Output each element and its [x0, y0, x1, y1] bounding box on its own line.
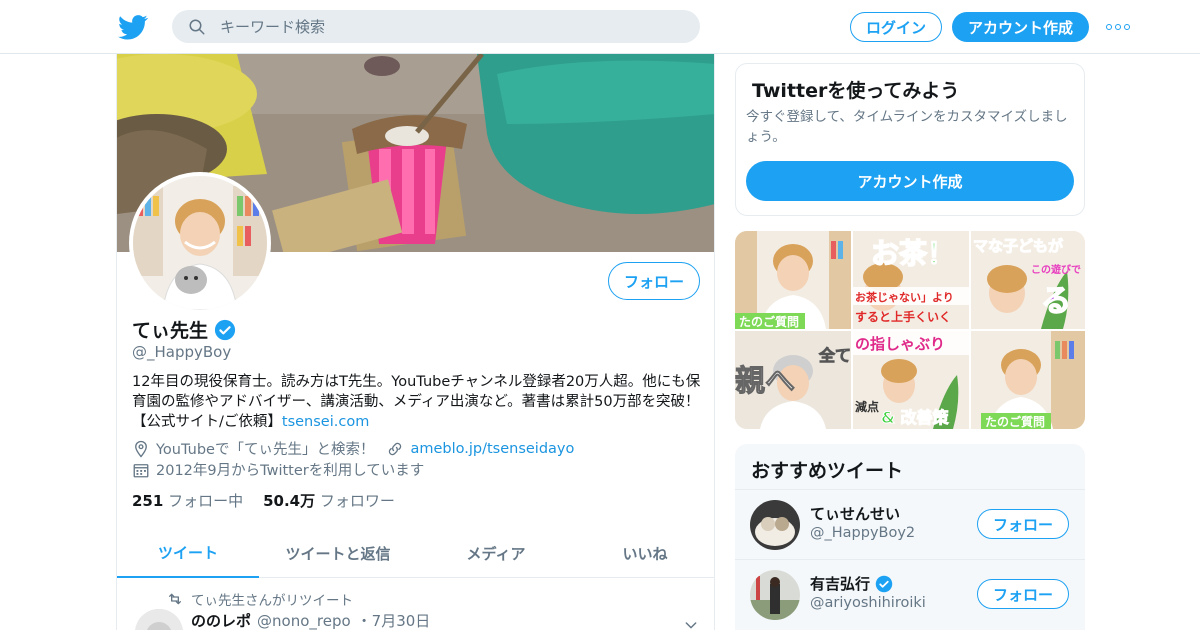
tab-tweets-and-replies[interactable]: ツイートと返信	[259, 528, 417, 578]
media-thumbnail[interactable]: マな子どもが この遊びで る	[971, 231, 1085, 329]
media-thumbnail[interactable]: お茶！ お茶じゃない」より すると上手くいく	[853, 231, 969, 329]
profile-joined-date: 2012年9月からTwitterを利用しています	[156, 463, 425, 479]
bio-link[interactable]: tsensei.com	[282, 414, 369, 430]
retweet-note: てぃ先生さんがリツイート	[191, 593, 353, 609]
recommended-handle: @ariyoshihiroiki	[810, 595, 926, 611]
recommended-account[interactable]: てぃせんせい @_HappyBoy2 フォロー	[735, 489, 1085, 558]
media-subcaption: る	[1041, 284, 1071, 319]
avatar[interactable]	[750, 570, 800, 620]
recommended-title: おすすめツイート	[751, 460, 904, 482]
profile-avatar[interactable]	[129, 172, 271, 314]
recommended-handle: @_HappyBoy2	[810, 525, 916, 541]
recommended-name-text: 有吉弘行	[810, 575, 871, 593]
signup-card-title: Twitterを使ってみよう	[752, 80, 960, 102]
media-subcaption: 減点	[855, 399, 879, 414]
profile-stats: 251 フォロー中 50.4万 フォロワー	[132, 490, 395, 511]
followers-count: 50.4万	[263, 492, 316, 510]
tweet-item[interactable]: てぃ先生さんがリツイート ののレポ @nono_repo ・7月30日	[117, 579, 714, 630]
media-caption: たのご質問	[739, 314, 799, 329]
recommended-name: てぃせんせい	[810, 503, 900, 524]
signup-card-button[interactable]: アカウント作成	[746, 161, 1074, 201]
tweet-date: ・7月30日	[356, 612, 431, 630]
profile-column: フォロー てぃ先生 @_HappyBoy 12年目の現役保育士。読み方はT先生。…	[116, 54, 715, 630]
chevron-down-icon[interactable]	[683, 617, 699, 630]
profile-handle: @_HappyBoy	[132, 343, 232, 361]
follow-button[interactable]: フォロー	[608, 262, 700, 300]
retweet-indicator: てぃ先生さんがリツイート	[167, 589, 353, 609]
tweet-author-avatar[interactable]	[135, 609, 183, 630]
media-caption: たのご質問	[985, 414, 1045, 429]
avatar[interactable]	[750, 500, 800, 550]
followers-stat[interactable]: 50.4万 フォロワー	[263, 490, 395, 511]
profile-meta-joined-row: 2012年9月からTwitterを利用しています	[132, 459, 424, 480]
media-thumbnail[interactable]: 親へ 全ての	[735, 331, 851, 429]
follow-button[interactable]: フォロー	[977, 579, 1069, 609]
tweet-author[interactable]: ののレポ @nono_repo ・7月30日	[191, 610, 430, 630]
tab-media[interactable]: メディア	[417, 528, 575, 578]
more-options-icon[interactable]	[1106, 24, 1130, 30]
following-stat[interactable]: 251 フォロー中	[132, 490, 243, 511]
verified-badge-icon	[214, 319, 236, 340]
media-caption: の指しゃぶり	[855, 335, 945, 353]
recommended-tweets-panel: おすすめツイート てぃせんせい @_HappyBoy2 フォロー 有吉弘行 @a…	[735, 444, 1085, 630]
media-caption: 親へ	[735, 364, 795, 399]
follow-button[interactable]: フォロー	[977, 509, 1069, 539]
profile-location: YouTubeで「てぃ先生」と検索！	[156, 442, 375, 458]
tweet-author-handle: @nono_repo	[257, 612, 351, 630]
calendar-icon	[133, 463, 149, 477]
signup-card-text: 今すぐ登録して、タイムラインをカスタマイズしましょう。	[746, 109, 1068, 145]
media-subcaption: & 改善策	[881, 408, 950, 427]
twitter-bird-logo-icon[interactable]	[118, 12, 148, 42]
media-subcaption: すると上手くいく	[855, 309, 951, 324]
media-caption: お茶！	[871, 237, 955, 270]
search-input[interactable]	[220, 17, 680, 36]
recommended-account[interactable]: 有吉弘行 @ariyoshihiroiki フォロー	[735, 559, 1085, 628]
search-icon	[189, 19, 205, 34]
location-pin-icon	[135, 440, 147, 458]
following-count: 251	[132, 492, 164, 510]
following-label: フォロー中	[168, 492, 244, 510]
tweet-author-name: ののレポ	[191, 612, 252, 630]
top-nav-bar: ログイン アカウント作成	[0, 0, 1200, 54]
profile-meta-location-row: YouTubeで「てぃ先生」と検索！ ameblo.jp/tsenseidayo	[132, 438, 574, 459]
media-subcaption: お茶じゃない」より	[855, 290, 954, 304]
media-thumbnail[interactable]: の指しゃぶり 減点 & 改善策	[853, 331, 969, 429]
signup-card: Twitterを使ってみよう 今すぐ登録して、タイムラインをカスタマイズしましょ…	[735, 63, 1085, 216]
media-thumbnail[interactable]: たのご質問	[971, 331, 1085, 429]
recommended-name-text: てぃせんせい	[810, 505, 901, 523]
login-button[interactable]: ログイン	[850, 12, 942, 42]
media-caption: マな子どもが	[973, 237, 1064, 255]
media-subcaption: 全ての	[818, 346, 851, 365]
profile-bio: 12年目の現役保育士。読み方はT先生。YouTubeチャンネル登録者20万人超。…	[132, 372, 702, 432]
signup-button[interactable]: アカウント作成	[952, 12, 1089, 42]
tab-tweets[interactable]: ツイート	[117, 528, 259, 578]
tab-likes[interactable]: いいね	[575, 528, 714, 578]
media-gallery: たのご質問 お茶！ お茶じゃない」より すると上手くいく マな子どもが この遊び…	[735, 231, 1085, 429]
profile-website-link[interactable]: ameblo.jp/tsenseidayo	[410, 441, 574, 457]
link-icon	[389, 442, 402, 455]
retweet-icon	[169, 593, 181, 605]
profile-name: てぃ先生	[132, 316, 236, 343]
search-box[interactable]	[172, 10, 700, 43]
recommended-name: 有吉弘行	[810, 573, 893, 594]
profile-tabs: ツイート ツイートと返信 メディア いいね	[117, 528, 714, 578]
profile-name-text: てぃ先生	[132, 320, 209, 342]
media-subcaption: この遊びで	[1031, 263, 1081, 276]
bio-text: 12年目の現役保育士。読み方はT先生。YouTubeチャンネル登録者20万人超。…	[132, 374, 701, 430]
media-thumbnail[interactable]: たのご質問	[735, 231, 851, 329]
followers-label: フォロワー	[319, 492, 395, 510]
verified-badge-icon	[875, 575, 893, 592]
